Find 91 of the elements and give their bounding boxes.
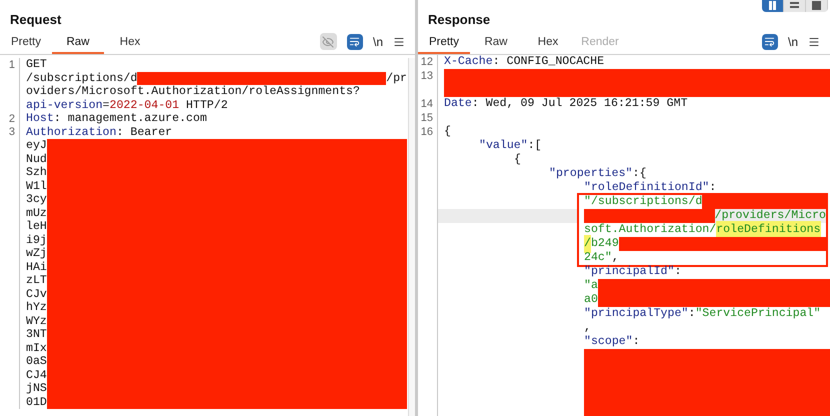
code-text: HAi [26,260,47,275]
code-text: : management.azure.com [54,111,207,126]
layout-toggle[interactable] [806,0,828,12]
code-text: /providers/Micro [714,208,826,224]
code-text: :{ [632,166,646,182]
view-tab[interactable]: Hex [522,33,574,54]
code-text: oviders/Microsoft.Authorization/roleAssignments? [26,84,360,100]
line-number: 3 [8,125,15,140]
line-number: 16 [420,124,433,140]
rows-icon [790,1,799,10]
code-text: { [444,124,451,140]
menu-icon[interactable] [393,36,405,48]
layout-toggle[interactable] [762,0,784,12]
code-text: leH [26,219,47,234]
code-text: { [514,152,521,168]
code-text: :[ [528,138,542,154]
view-tab[interactable]: Hex [104,33,156,54]
panel-title: Request [10,10,62,29]
code-text: W1l [26,178,47,194]
code-text: i9j [26,232,47,248]
code-text: = [102,98,110,113]
code-text: : Wed, 09 Jul 2025 16:21:59 GMT [472,96,688,112]
code-text: 2022-04-01 [110,98,180,113]
code-text: mUz [26,206,47,220]
scrollbar[interactable] [408,58,415,416]
code-text: CJ4 [26,368,47,382]
code-text: Szh [26,165,47,180]
code-text: / [584,235,591,253]
code-text: a0 [584,292,598,308]
code-text: : Bearer [116,124,172,141]
code-text: wZj [26,246,47,262]
code-text: 01D [26,394,47,411]
code-text: "principalId" [584,264,674,280]
line-number: 1 [8,58,15,72]
code-text: "a [584,278,598,294]
code-text: soft.Authorization/ [584,222,716,238]
code-text: 0aS [26,354,47,370]
code-text: Authorization [26,124,116,140]
newline-toggle[interactable]: \n [372,32,383,50]
code-text: 24c" [584,250,612,266]
code-text: , [612,250,619,266]
line-number: 13 [420,68,433,84]
code-text: CJv [26,286,47,302]
code-text: Date [444,96,472,112]
code-text: : [674,264,682,280]
code-text: Nud [26,152,47,166]
code-text: "ServicePrincipal" [695,306,821,322]
code-text: 3NT [26,327,47,343]
line-number: 12 [420,55,433,70]
menu-icon[interactable] [808,36,820,48]
code-text: : [632,334,640,350]
view-tab[interactable]: Raw [52,33,104,54]
layout-toggle[interactable] [784,0,806,12]
view-tab[interactable]: Pretty [0,33,52,54]
code-text: HTTP/2 [185,98,228,113]
code-text: jNS [26,381,47,397]
view-tab[interactable]: Raw [470,33,522,54]
code-text: zLT [26,273,47,289]
code-text: X-Cache [444,55,493,70]
code-text: , [584,320,591,336]
columns-icon [768,1,777,10]
code-text: : [688,306,696,322]
hide-icon[interactable] [320,33,337,50]
wrap-text-icon[interactable] [346,34,363,50]
code-text: mIx [26,340,47,356]
code-text: "roleDefinitionId" [584,180,710,196]
code-text: "/subscriptions/d [584,194,702,210]
line-number: 14 [420,96,433,112]
code-text: /subscriptions/d [26,70,138,86]
single-pane-icon [812,1,821,10]
code-text: GET [26,57,47,72]
code-text: "properties" [549,166,632,182]
code-text: eyJ [26,138,47,154]
code-text: WYz [26,314,47,329]
code-text: "value" [479,138,528,154]
code-text: "principalType" [584,306,688,322]
code-text: "scope" [584,334,633,350]
code-text: api-version [26,98,103,113]
code-text: /pr [386,70,407,87]
code-text: hYz [26,300,47,316]
line-number: 15 [420,110,433,126]
code-text: Host [26,111,54,126]
view-tab[interactable]: Pretty [418,33,470,54]
code-text: b249 [590,236,619,252]
code-text: : CONFIG_NOCACHE [492,55,604,70]
newline-toggle[interactable]: \n [788,32,798,50]
code-text: : [709,180,716,196]
wrap-text-icon[interactable] [762,34,778,50]
line-number: 2 [8,112,15,126]
panel-title: Response [428,10,490,29]
code-text: 3cy [26,192,47,208]
